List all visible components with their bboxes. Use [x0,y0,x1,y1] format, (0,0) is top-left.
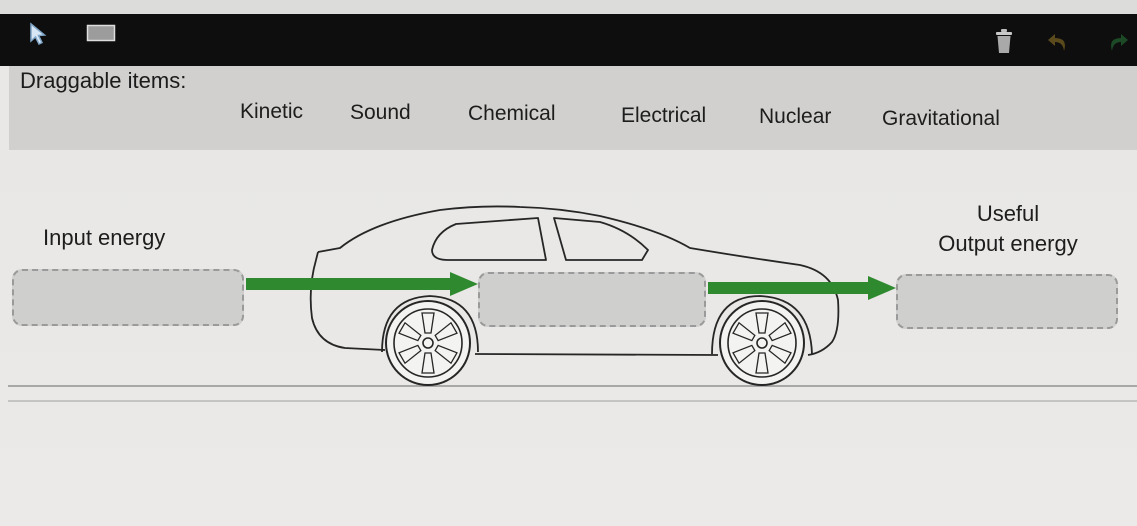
input-energy-drop-zone[interactable] [12,269,244,326]
front-wheel [385,300,471,386]
undo-icon[interactable] [1046,30,1070,54]
drag-item-nuclear[interactable]: Nuclear [759,105,831,129]
drag-item-chemical[interactable]: Chemical [468,102,556,126]
car-energy-drop-zone[interactable] [478,272,706,327]
pointer-icon[interactable] [28,22,50,46]
rear-wheel [719,300,805,386]
output-energy-drop-zone[interactable] [896,274,1118,329]
input-energy-label: Input energy [43,225,166,250]
bank-title: Draggable items: [20,68,187,93]
trash-icon[interactable] [994,28,1014,54]
drag-item-sound[interactable]: Sound [350,101,411,125]
drag-item-gravitational[interactable]: Gravitational [882,107,1000,131]
top-strip [0,0,1137,14]
output-energy-label: Output energy [938,231,1078,256]
draggable-items-bank: Draggable items: Kinetic Sound Chemical … [9,66,1137,150]
toolbar [0,14,1137,66]
useful-label: Useful [976,201,1040,226]
rectangle-icon[interactable] [86,24,116,42]
redo-icon[interactable] [1106,30,1130,54]
input-arrow [246,272,478,296]
drag-item-kinetic[interactable]: Kinetic [240,100,303,124]
output-arrow [708,276,896,300]
drag-item-electrical[interactable]: Electrical [621,104,706,128]
